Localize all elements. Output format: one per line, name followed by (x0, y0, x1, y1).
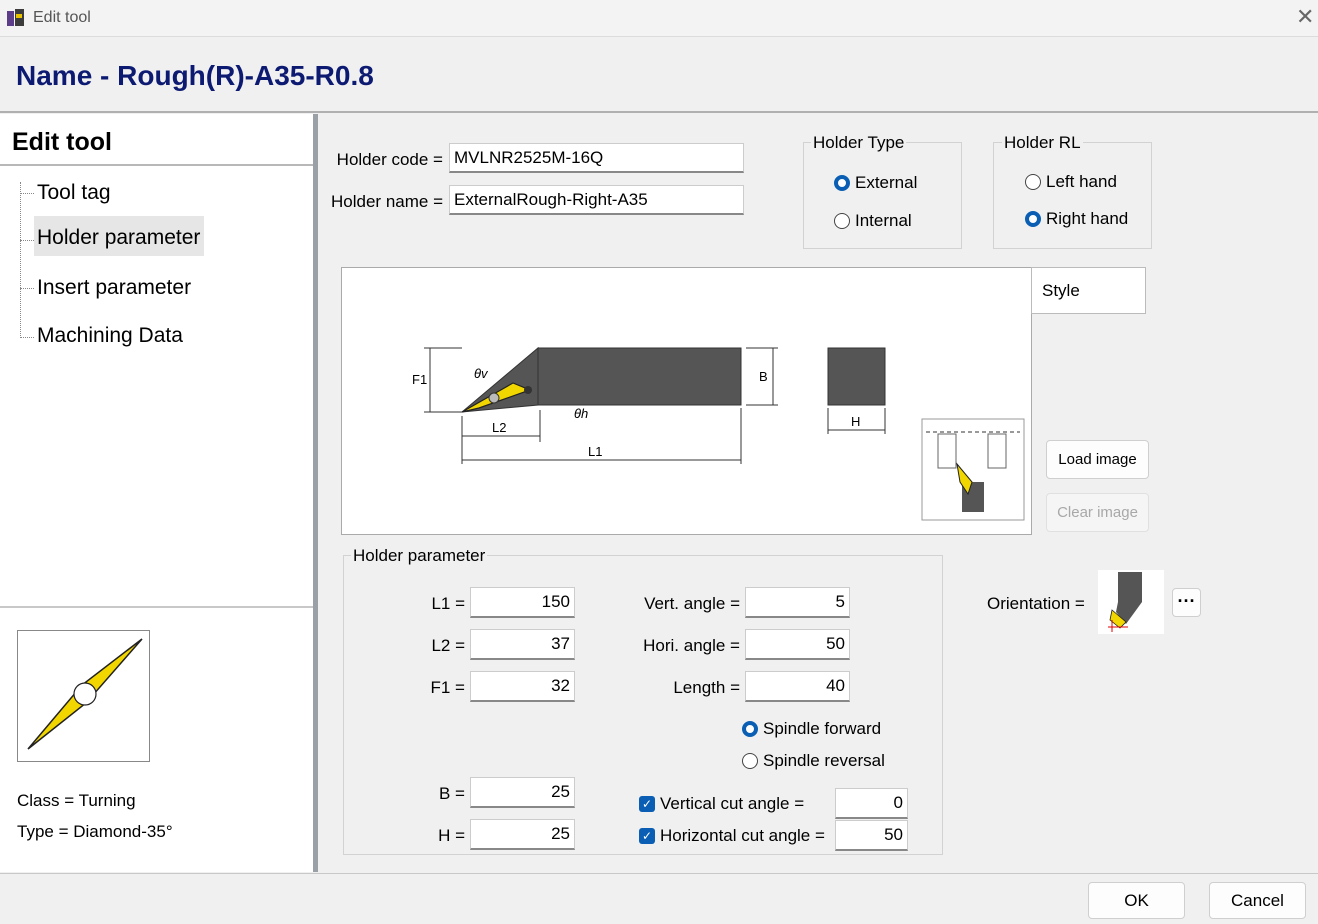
hori-angle-label: Hori. angle = (643, 636, 740, 655)
close-icon[interactable]: ✕ (1296, 4, 1314, 30)
diagram-label-theta-v: θv (474, 366, 489, 381)
holder-type-title: Holder Type (811, 133, 907, 153)
clear-image-button[interactable]: Clear image (1046, 493, 1149, 532)
spindle-forward-radio[interactable]: Spindle forward (742, 719, 881, 739)
hori-angle-input[interactable] (745, 629, 850, 660)
holder-rl-title: Holder RL (1002, 133, 1083, 153)
length-label: Length = (673, 678, 740, 697)
tree-connector (20, 337, 34, 338)
radio-selected-icon (1025, 211, 1041, 227)
orientation-label: Orientation = (987, 594, 1085, 613)
radio-label: Left hand (1046, 172, 1117, 191)
tree-connector (20, 288, 34, 289)
window-title: Edit tool (33, 9, 91, 26)
tree-item-machining-data[interactable]: Machining Data (34, 322, 186, 350)
holder-diagram: F1 θv θh L2 L1 B H (341, 267, 1032, 535)
l2-input[interactable] (470, 629, 575, 660)
f1-label: F1 = (430, 678, 466, 697)
diagram-label-theta-h: θh (574, 406, 588, 421)
diagram-label-h: H (851, 414, 860, 429)
radio-unselected-icon (834, 213, 850, 229)
class-info: Class = Turning (17, 791, 136, 810)
holder-rl-right-radio[interactable]: Right hand (1025, 209, 1128, 229)
radio-label: Right hand (1046, 209, 1129, 228)
holder-rl-group (993, 142, 1152, 249)
radio-label: External (855, 173, 918, 192)
l1-label: L1 = (431, 594, 465, 613)
tree-connector (20, 182, 21, 338)
tree-connector (20, 240, 34, 241)
check-icon: ✓ (639, 796, 655, 812)
horizontal-cut-angle-input[interactable] (835, 820, 908, 851)
style-tab[interactable]: Style (1031, 267, 1146, 314)
footer-divider (0, 873, 1318, 874)
ok-button[interactable]: OK (1088, 882, 1185, 919)
l1-input[interactable] (470, 587, 575, 618)
radio-selected-icon (834, 175, 850, 191)
holder-type-external-radio[interactable]: External (834, 173, 917, 193)
holder-rl-left-radio[interactable]: Left hand (1025, 172, 1117, 192)
check-icon: ✓ (639, 828, 655, 844)
l2-label: L2 = (431, 636, 465, 655)
diagram-label-f1: F1 (412, 372, 427, 387)
holder-code-input[interactable] (449, 143, 744, 173)
diagram-label-b: B (759, 369, 768, 384)
page-title: Name - Rough(R)-A35-R0.8 (16, 60, 374, 91)
radio-label: Spindle reversal (763, 751, 885, 770)
h-label: H = (438, 826, 465, 845)
title-bar (0, 0, 1318, 37)
cancel-button[interactable]: Cancel (1209, 882, 1306, 919)
vertical-cut-angle-checkbox[interactable]: ✓ Vertical cut angle = (639, 794, 804, 814)
vert-angle-label: Vert. angle = (644, 594, 740, 613)
spindle-reversal-radio[interactable]: Spindle reversal (742, 751, 885, 771)
tree-connector (20, 193, 34, 194)
horizontal-cut-angle-checkbox[interactable]: ✓ Horizontal cut angle = (639, 826, 825, 846)
holder-code-label: Holder code = (336, 150, 443, 169)
length-input[interactable] (745, 671, 850, 702)
radio-selected-icon (742, 721, 758, 737)
type-info: Type = Diamond-35° (17, 822, 173, 841)
checkbox-label: Horizontal cut angle = (660, 826, 825, 845)
holder-name-label: Holder name = (331, 192, 443, 211)
radio-label: Internal (855, 211, 912, 230)
app-icon (6, 8, 26, 28)
vertical-cut-angle-input[interactable] (835, 788, 908, 819)
holder-type-group (803, 142, 962, 249)
sidebar-title: Edit tool (12, 128, 112, 156)
b-label: B = (439, 784, 465, 803)
orientation-more-button[interactable]: ··· (1172, 588, 1201, 617)
radio-label: Spindle forward (763, 719, 882, 738)
b-input[interactable] (470, 777, 575, 808)
checkbox-label: Vertical cut angle = (660, 794, 805, 813)
diagram-label-l2: L2 (492, 420, 506, 435)
tree-item-insert-parameter[interactable]: Insert parameter (34, 274, 194, 302)
radio-unselected-icon (1025, 174, 1041, 190)
sidebar-divider (0, 164, 313, 166)
radio-unselected-icon (742, 753, 758, 769)
holder-parameter-title: Holder parameter (351, 546, 488, 566)
load-image-button[interactable]: Load image (1046, 440, 1149, 479)
holder-type-internal-radio[interactable]: Internal (834, 211, 912, 231)
sidebar-separator (0, 606, 313, 608)
insert-preview-image (17, 630, 150, 762)
h-input[interactable] (470, 819, 575, 850)
orientation-preview (1098, 570, 1164, 634)
tree-item-holder-parameter[interactable]: Holder parameter (34, 216, 204, 256)
holder-name-input[interactable] (449, 185, 744, 215)
f1-input[interactable] (470, 671, 575, 702)
diagram-label-l1: L1 (588, 444, 602, 459)
tree-item-tool-tag[interactable]: Tool tag (34, 179, 114, 207)
vert-angle-input[interactable] (745, 587, 850, 618)
